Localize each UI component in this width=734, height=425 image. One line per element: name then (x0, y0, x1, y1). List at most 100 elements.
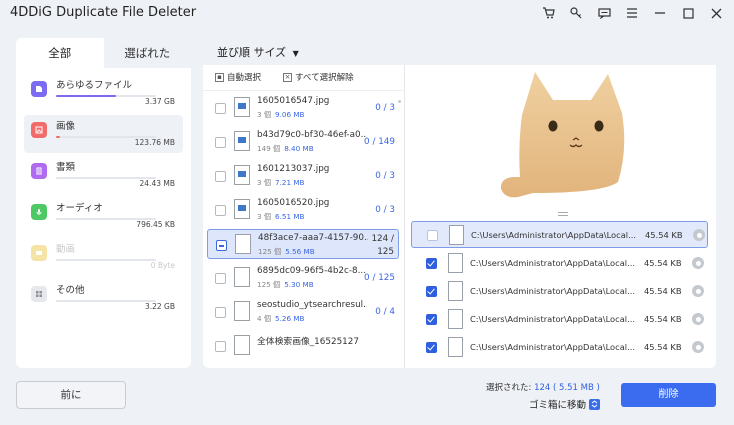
group-checkbox[interactable] (215, 341, 226, 352)
group-name: 1601213037.jpg (257, 164, 330, 174)
resize-handle[interactable] (558, 212, 568, 216)
file-size: 45.54 KB (644, 314, 682, 324)
move-to-trash-dropdown[interactable]: ゴミ箱に移動 (529, 397, 601, 411)
group-count: 4 個 (257, 314, 272, 323)
category-name: オーディオ (56, 203, 103, 214)
category-audio[interactable]: オーディオ 796.45 KB (24, 197, 183, 235)
deselect-all-button[interactable]: × すべて選択解除 (283, 71, 354, 83)
file-row[interactable]: C:\Users\Administrator\AppData\Local... … (411, 306, 708, 333)
group-toolbar: ▪ 自動選択 × すべて選択解除 (203, 65, 405, 91)
auto-select-button[interactable]: ▪ 自動選択 (215, 71, 261, 83)
category-list: あらゆるファイル 3.37 GB 画像 123.76 MB 書類 24.43 M… (16, 68, 191, 317)
group-meta: 4 個 5.26 MB (257, 314, 304, 324)
group-selection: 0 / 149 (364, 137, 395, 147)
group-selection: 124 / 125 (366, 233, 394, 259)
group-checkbox[interactable] (215, 103, 226, 114)
file-checkbox[interactable] (426, 314, 437, 325)
list-item[interactable]: 6895dc09-96f5-4b2c-8... 125 個 5.30 MB 0 /… (207, 263, 399, 293)
list-item[interactable]: 1601213037.jpg 3 個 7.21 MB 0 / 3 (207, 161, 399, 191)
file-path: C:\Users\Administrator\AppData\Local... (471, 230, 636, 240)
group-checkbox[interactable] (215, 273, 226, 284)
file-icon (235, 234, 251, 254)
previous-button[interactable]: 前に (16, 381, 126, 409)
selection-prefix: 選択された: (486, 383, 532, 393)
group-meta: 3 個 9.06 MB (257, 110, 304, 120)
category-documents[interactable]: 書類 24.43 MB (24, 156, 183, 194)
category-other[interactable]: その他 3.22 GB (24, 279, 183, 317)
file-icon (448, 253, 463, 273)
delete-button[interactable]: 削除 (621, 383, 716, 407)
file-checkbox[interactable] (427, 230, 438, 241)
close-icon[interactable] (702, 3, 730, 23)
group-size: 9.06 MB (275, 110, 305, 119)
auto-select-icon: ▪ (215, 72, 224, 82)
cart-icon[interactable] (534, 3, 562, 23)
category-size: 0 Byte (150, 261, 175, 270)
group-selection-top: 124 / (371, 234, 394, 244)
gear-icon[interactable] (692, 285, 704, 297)
category-all-files[interactable]: あらゆるファイル 3.37 GB (24, 74, 183, 112)
group-selection: 0 / 3 (375, 205, 395, 215)
group-meta: 125 個 5.30 MB (257, 280, 314, 290)
file-row[interactable]: C:\Users\Administrator\AppData\Local... … (411, 278, 708, 305)
tab-all[interactable]: 全部 (16, 38, 104, 68)
file-icon (449, 225, 464, 245)
group-checkbox[interactable] (216, 240, 227, 251)
file-path: C:\Users\Administrator\AppData\Local... (470, 286, 635, 296)
file-row-selected[interactable]: C:\Users\Administrator\AppData\Local... … (411, 221, 708, 248)
group-meta: 3 個 7.21 MB (257, 178, 304, 188)
group-name: 1605016520.jpg (257, 198, 330, 208)
category-tabs: 全部 選ばれた (16, 38, 191, 68)
maximize-icon[interactable] (674, 3, 702, 23)
file-row[interactable]: C:\Users\Administrator\AppData\Local... … (411, 334, 708, 361)
gear-icon[interactable] (692, 257, 704, 269)
auto-select-label: 自動選択 (227, 73, 262, 83)
category-bar (56, 95, 156, 97)
list-item[interactable]: 1605016520.jpg 3 個 6.51 MB 0 / 3 (207, 195, 399, 225)
file-path: C:\Users\Administrator\AppData\Local... (470, 314, 635, 324)
group-checkbox[interactable] (215, 171, 226, 182)
category-bar (56, 259, 156, 261)
category-name: 動画 (56, 244, 76, 255)
key-icon[interactable] (562, 3, 590, 23)
list-item[interactable]: 全体検索画像_16525127 (207, 331, 399, 361)
gear-icon[interactable] (693, 229, 705, 241)
minimize-icon[interactable] (646, 3, 674, 23)
gear-icon[interactable] (692, 341, 704, 353)
selection-size: ( 5.51 MB ) (553, 383, 600, 393)
video-icon (31, 245, 47, 261)
file-checkbox[interactable] (426, 342, 437, 353)
chevron-down-icon: ▼ (292, 49, 299, 58)
image-icon (234, 165, 250, 185)
category-videos: 動画 0 Byte (24, 238, 183, 276)
group-checkbox[interactable] (215, 307, 226, 318)
gear-icon[interactable] (692, 313, 704, 325)
group-count: 3 個 (257, 110, 272, 119)
list-item-selected[interactable]: 48f3ace7-aaa7-4157-90... 125 個 5.56 MB 12… (207, 229, 399, 259)
file-size: 45.54 KB (645, 230, 683, 240)
menu-icon[interactable] (618, 3, 646, 23)
group-size: 7.21 MB (275, 178, 305, 187)
file-icon (448, 337, 463, 357)
file-checkbox[interactable] (426, 286, 437, 297)
tab-selected[interactable]: 選ばれた (103, 38, 191, 68)
list-item[interactable]: seostudio_ytsearchresul... 4 個 5.26 MB 0 … (207, 297, 399, 327)
file-size: 45.54 KB (644, 342, 682, 352)
group-meta: 149 個 8.40 MB (257, 144, 314, 154)
list-item[interactable]: 1605016547.jpg 3 個 9.06 MB 0 / 3 (207, 93, 399, 123)
group-checkbox[interactable] (215, 205, 226, 216)
group-meta: 125 個 5.56 MB (258, 247, 315, 257)
category-panel: 全部 選ばれた あらゆるファイル 3.37 GB 画像 123.76 MB 書類 (16, 38, 191, 368)
window-controls (534, 3, 730, 23)
sort-dropdown[interactable]: 並び順 サイズ ▼ (217, 44, 299, 60)
category-images[interactable]: 画像 123.76 MB (24, 115, 183, 153)
file-path: C:\Users\Administrator\AppData\Local... (470, 258, 635, 268)
feedback-icon[interactable] (590, 3, 618, 23)
list-item[interactable]: b43d79c0-bf30-46ef-a0... 149 個 8.40 MB 0 … (207, 127, 399, 157)
file-row[interactable]: C:\Users\Administrator\AppData\Local... … (411, 250, 708, 277)
group-checkbox[interactable] (215, 137, 226, 148)
group-selection: 0 / 3 (375, 171, 395, 181)
file-checkbox[interactable] (426, 258, 437, 269)
sort-bar: 並び順 サイズ ▼ (203, 38, 716, 65)
group-size: 6.51 MB (275, 212, 305, 221)
